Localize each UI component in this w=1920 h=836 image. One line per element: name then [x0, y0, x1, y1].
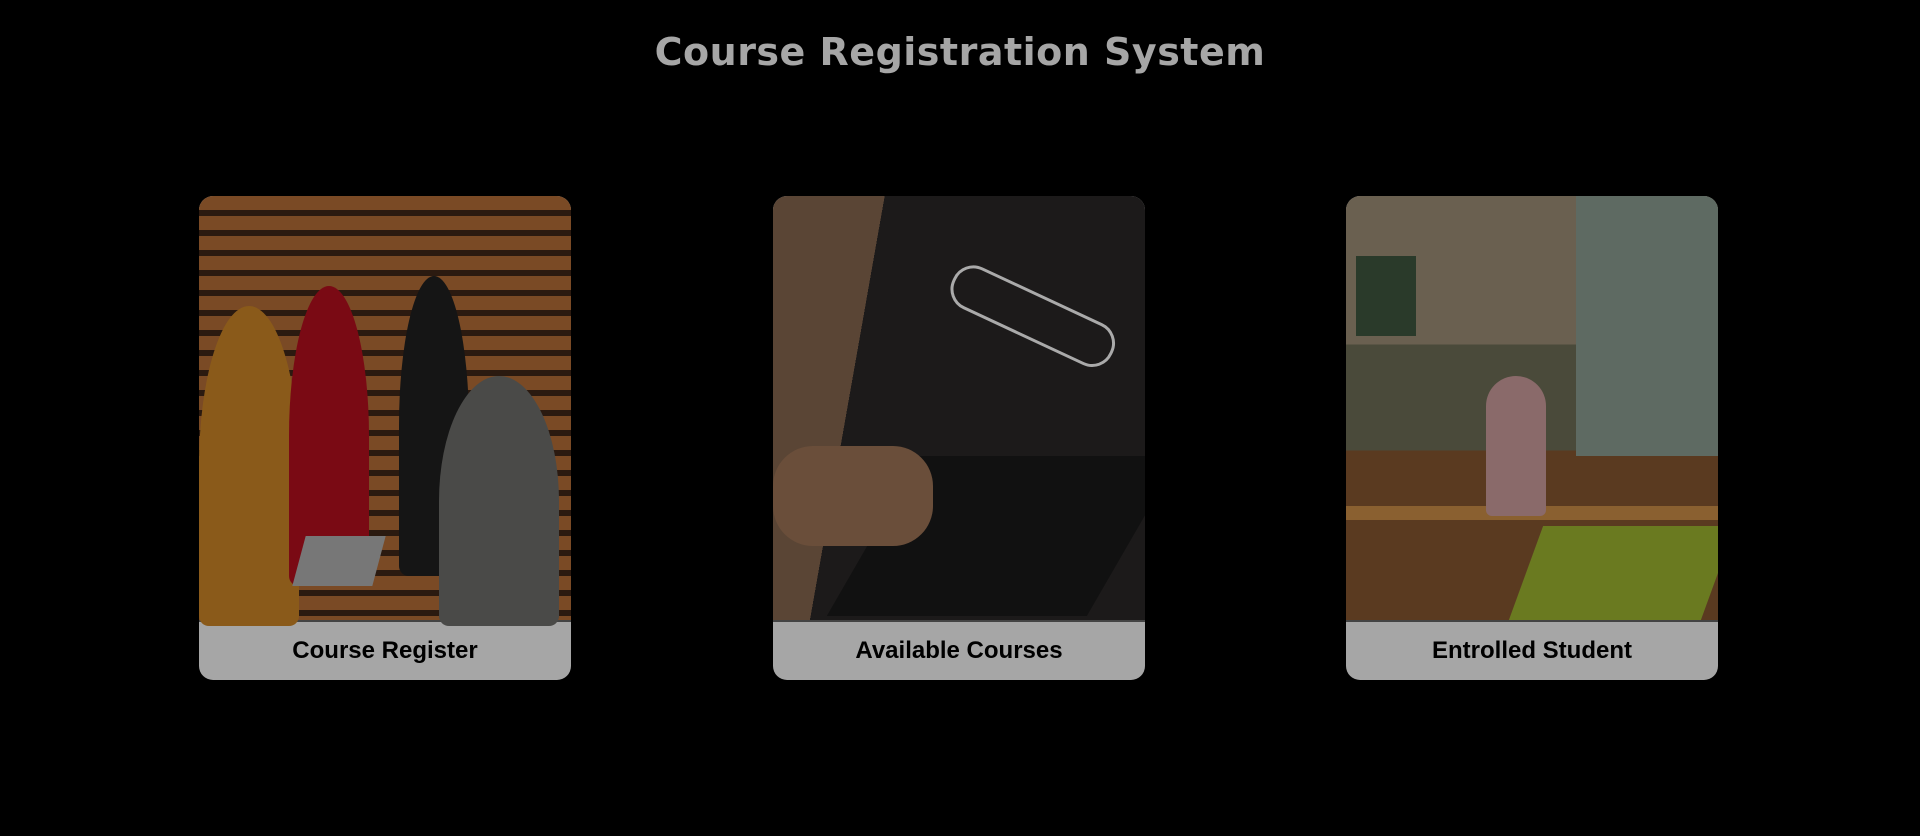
laptop-search-image [773, 196, 1145, 622]
page-title: Course Registration System [654, 30, 1266, 74]
students-with-laptop-image [199, 196, 571, 626]
course-register-label[interactable]: Course Register [199, 622, 571, 680]
available-courses-label[interactable]: Available Courses [773, 622, 1145, 680]
classroom-image [1346, 196, 1718, 622]
available-courses-card[interactable]: Available Courses [773, 196, 1145, 680]
enrolled-student-card[interactable]: Entrolled Student [1346, 196, 1718, 680]
course-register-card[interactable]: Course Register [199, 196, 571, 680]
enrolled-student-label[interactable]: Entrolled Student [1346, 622, 1718, 680]
